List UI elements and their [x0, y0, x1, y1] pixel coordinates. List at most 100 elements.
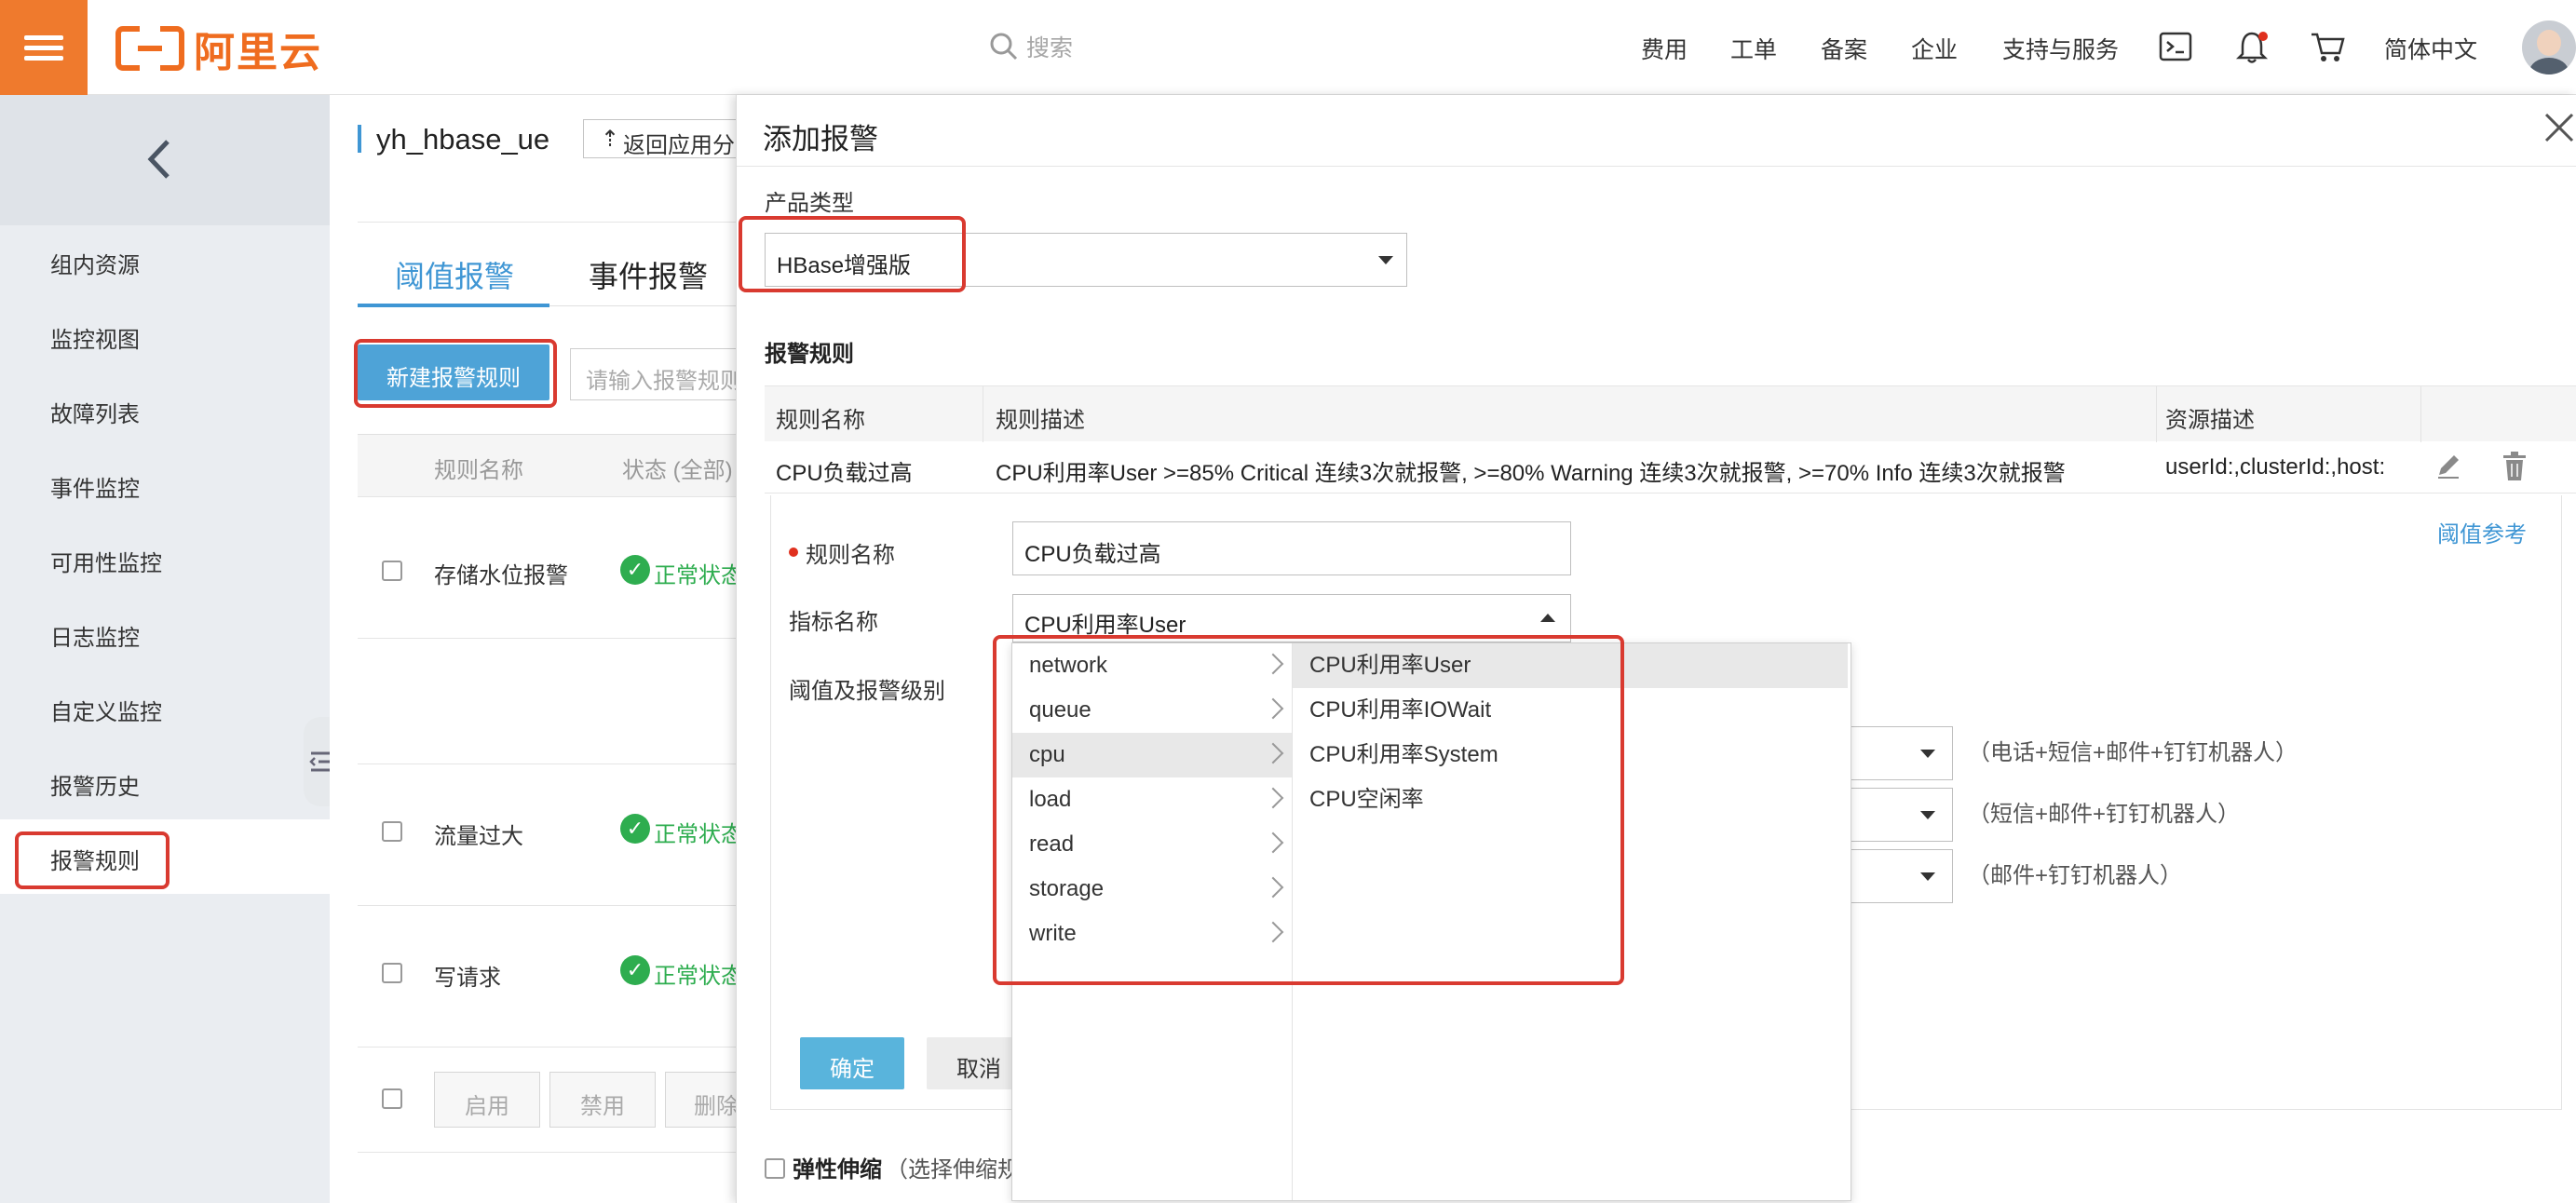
confirm-label: 确定 — [830, 1057, 874, 1082]
category-option-cpu[interactable]: cpu — [1012, 733, 1292, 777]
rule-name-input[interactable]: CPU负载过高 — [1012, 521, 1571, 575]
category-option-load[interactable]: load — [1012, 777, 1292, 822]
category-option-write[interactable]: write — [1012, 912, 1292, 956]
category-label: network — [1029, 653, 1108, 678]
rules-table-header: 规则名称 规则描述 资源描述 — [765, 385, 2576, 442]
nav-support[interactable]: 支持与服务 — [2002, 32, 2119, 65]
sidebar-item-group-resources[interactable]: 组内资源 — [50, 247, 140, 279]
chevron-right-icon — [1262, 921, 1284, 943]
select-all-checkbox[interactable] — [382, 1088, 402, 1109]
user-avatar[interactable] — [2522, 20, 2576, 74]
alert-rules-page: yh_hbase_ue ⇡ 返回应用分 阈值报警 事件报警 新建报警规则 请输入… — [330, 95, 771, 1203]
new-alert-rule-button[interactable]: 新建报警规则 — [358, 345, 549, 400]
global-search[interactable]: 搜索 — [989, 30, 1073, 63]
chevron-right-icon — [1262, 653, 1284, 675]
top-navigation-bar: 阿里云 搜索 费用 工单 备案 企业 支持与服务 简体中文 — [0, 0, 2576, 95]
cart-icon[interactable] — [2310, 32, 2345, 68]
row-rule-name[interactable]: 流量过大 — [434, 818, 523, 850]
sidebar-item-alert-history[interactable]: 报警历史 — [50, 768, 140, 801]
rule-search-input[interactable]: 请输入报警规则 — [570, 348, 747, 400]
col-resource-description: 资源描述 — [2165, 408, 2255, 433]
confirm-button[interactable]: 确定 — [800, 1037, 904, 1089]
chevron-up-icon — [1540, 614, 1555, 622]
new-alert-rule-label: 新建报警规则 — [386, 366, 521, 391]
table-row — [358, 638, 736, 779]
nav-billing[interactable]: 费用 — [1641, 32, 1688, 65]
nav-enterprise[interactable]: 企业 — [1911, 32, 1958, 65]
rules-table-row: CPU负载过高 CPU利用率User >=85% Critical 连续3次就报… — [765, 441, 2576, 493]
logo-text: 阿里云 — [194, 30, 322, 75]
delete-label: 删除 — [694, 1094, 739, 1119]
aliyun-logo[interactable]: 阿里云 — [115, 22, 322, 75]
sidebar-item-availability-monitor[interactable]: 可用性监控 — [50, 545, 162, 577]
terminal-icon[interactable] — [2159, 32, 2192, 66]
back-to-group-button[interactable]: ⇡ 返回应用分 — [583, 119, 741, 158]
row-divider — [358, 905, 736, 906]
logo-mark-icon — [115, 26, 184, 71]
row-status: 正常状态 — [654, 563, 743, 588]
col-status[interactable]: 状态 (全部) — [622, 452, 733, 484]
metric-option-cpu-idle[interactable]: CPU空闲率 — [1293, 777, 1848, 822]
close-icon[interactable] — [2543, 112, 2575, 143]
delete-icon[interactable] — [2501, 451, 2529, 482]
metric-option-cpu-iowait[interactable]: CPU利用率IOWait — [1293, 688, 1848, 733]
elastic-scaling-checkbox[interactable] — [765, 1158, 785, 1179]
check-circle-icon: ✓ — [620, 555, 650, 585]
product-type-value: HBase增强版 — [777, 253, 912, 278]
rule-row-name: CPU负载过高 — [776, 461, 913, 486]
rule-search-placeholder: 请输入报警规则 — [586, 369, 742, 394]
metric-cascader-dropdown: network queue cpu load read storage writ… — [1011, 642, 1851, 1201]
category-option-network[interactable]: network — [1012, 643, 1292, 688]
row-checkbox[interactable] — [382, 561, 402, 581]
edit-icon[interactable] — [2434, 451, 2463, 480]
sidebar-back-button[interactable] — [0, 95, 330, 225]
disable-label: 禁用 — [580, 1094, 625, 1119]
tab-threshold-alert[interactable]: 阈值报警 — [395, 253, 514, 296]
row-status: 正常状态 — [654, 964, 743, 989]
chevron-right-icon — [1262, 742, 1284, 764]
drawer-header-divider — [737, 166, 2576, 167]
enable-button[interactable]: 启用 — [434, 1072, 540, 1128]
active-tab-underline — [358, 304, 549, 307]
sidebar-item-fault-list[interactable]: 故障列表 — [50, 396, 140, 428]
row-checkbox[interactable] — [382, 821, 402, 842]
tab-event-alert[interactable]: 事件报警 — [589, 253, 708, 296]
chevron-right-icon — [1262, 787, 1284, 809]
col-rule-description: 规则描述 — [996, 408, 1085, 433]
sidebar-item-log-monitor[interactable]: 日志监控 — [50, 619, 140, 652]
threshold-reference-link[interactable]: 阈值参考 — [2437, 516, 2527, 548]
metric-select-value: CPU利用率User — [1024, 613, 1186, 638]
row-rule-name[interactable]: 存储水位报警 — [434, 557, 568, 589]
row-rule-name[interactable]: 写请求 — [434, 959, 501, 992]
required-dot-icon — [789, 547, 798, 557]
row-checkbox[interactable] — [382, 963, 402, 983]
sidebar-item-alert-rules[interactable]: 报警规则 — [50, 843, 140, 875]
rules-section-label: 报警规则 — [765, 342, 854, 367]
elastic-scaling-hint: （选择伸缩规 — [886, 1157, 1020, 1183]
product-type-select[interactable]: HBase增强版 — [765, 233, 1407, 287]
hamburger-menu-button[interactable] — [0, 0, 88, 95]
notification-bell-icon[interactable] — [2235, 30, 2269, 70]
category-option-read[interactable]: read — [1012, 822, 1292, 867]
nav-icp[interactable]: 备案 — [1821, 32, 1867, 65]
metric-name-label: 指标名称 — [789, 610, 878, 635]
threshold-level-label: 阈值及报警级别 — [789, 679, 945, 704]
chevron-down-icon — [1920, 872, 1935, 881]
category-option-queue[interactable]: queue — [1012, 688, 1292, 733]
language-switcher[interactable]: 简体中文 — [2384, 32, 2477, 65]
row-status: 正常状态 — [654, 822, 743, 847]
sidebar-item-event-monitor[interactable]: 事件监控 — [50, 470, 140, 503]
sidebar-item-monitor-view[interactable]: 监控视图 — [50, 321, 140, 354]
category-label: queue — [1029, 697, 1091, 723]
category-option-storage[interactable]: storage — [1012, 867, 1292, 912]
metric-select[interactable]: CPU利用率User — [1012, 594, 1571, 642]
metric-option-cpu-user[interactable]: CPU利用率User — [1293, 643, 1848, 688]
metric-option-cpu-system[interactable]: CPU利用率System — [1293, 733, 1848, 777]
hamburger-icon-line — [24, 56, 63, 61]
col-rule-name: 规则名称 — [434, 458, 523, 483]
disable-button[interactable]: 禁用 — [549, 1072, 656, 1128]
chevron-down-icon — [1920, 811, 1935, 819]
product-type-label: 产品类型 — [765, 191, 854, 216]
nav-tickets[interactable]: 工单 — [1730, 32, 1777, 65]
sidebar-item-custom-monitor[interactable]: 自定义监控 — [50, 694, 162, 726]
